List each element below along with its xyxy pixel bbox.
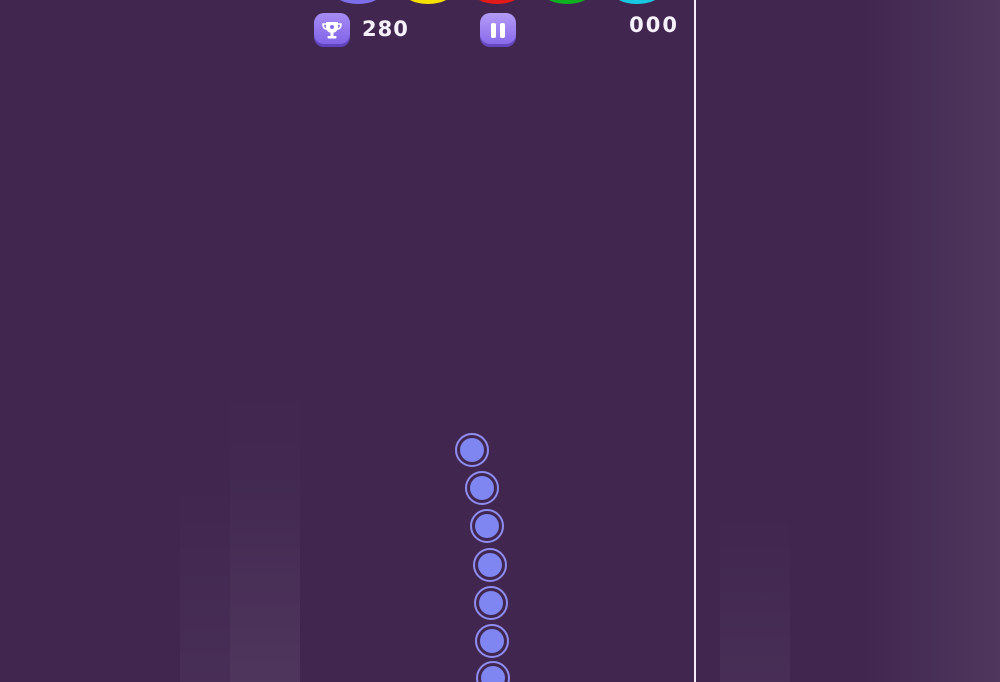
snake-ball [465, 471, 499, 505]
board-divider [694, 0, 696, 682]
current-counter: 000 [629, 13, 679, 37]
game-board[interactable]: 280 000 [0, 0, 1000, 682]
light-streak [230, 382, 300, 682]
snake-ball [476, 661, 510, 682]
ring-yellow [403, 0, 453, 4]
light-streak [720, 512, 790, 682]
pause-button[interactable] [480, 13, 516, 47]
ball-core [480, 629, 504, 653]
snake-ball [473, 548, 507, 582]
pause-icon [500, 22, 505, 38]
ring-green [542, 0, 592, 4]
trophy-button[interactable] [314, 13, 350, 47]
ball-core [478, 553, 502, 577]
ball-core [481, 666, 505, 682]
ball-core [460, 438, 484, 462]
snake-ball [474, 586, 508, 620]
ball-core [475, 514, 499, 538]
best-score: 280 [362, 17, 409, 41]
snake-ball [475, 624, 509, 658]
trophy-icon [322, 22, 342, 39]
edge-glow [860, 0, 1000, 682]
ring-red [472, 0, 522, 4]
ring-cyan [612, 0, 662, 4]
pause-icon [491, 22, 496, 38]
ring-purple [333, 0, 383, 4]
ball-core [479, 591, 503, 615]
ball-core [470, 476, 494, 500]
snake-head-ball [455, 433, 489, 467]
snake-ball [470, 509, 504, 543]
